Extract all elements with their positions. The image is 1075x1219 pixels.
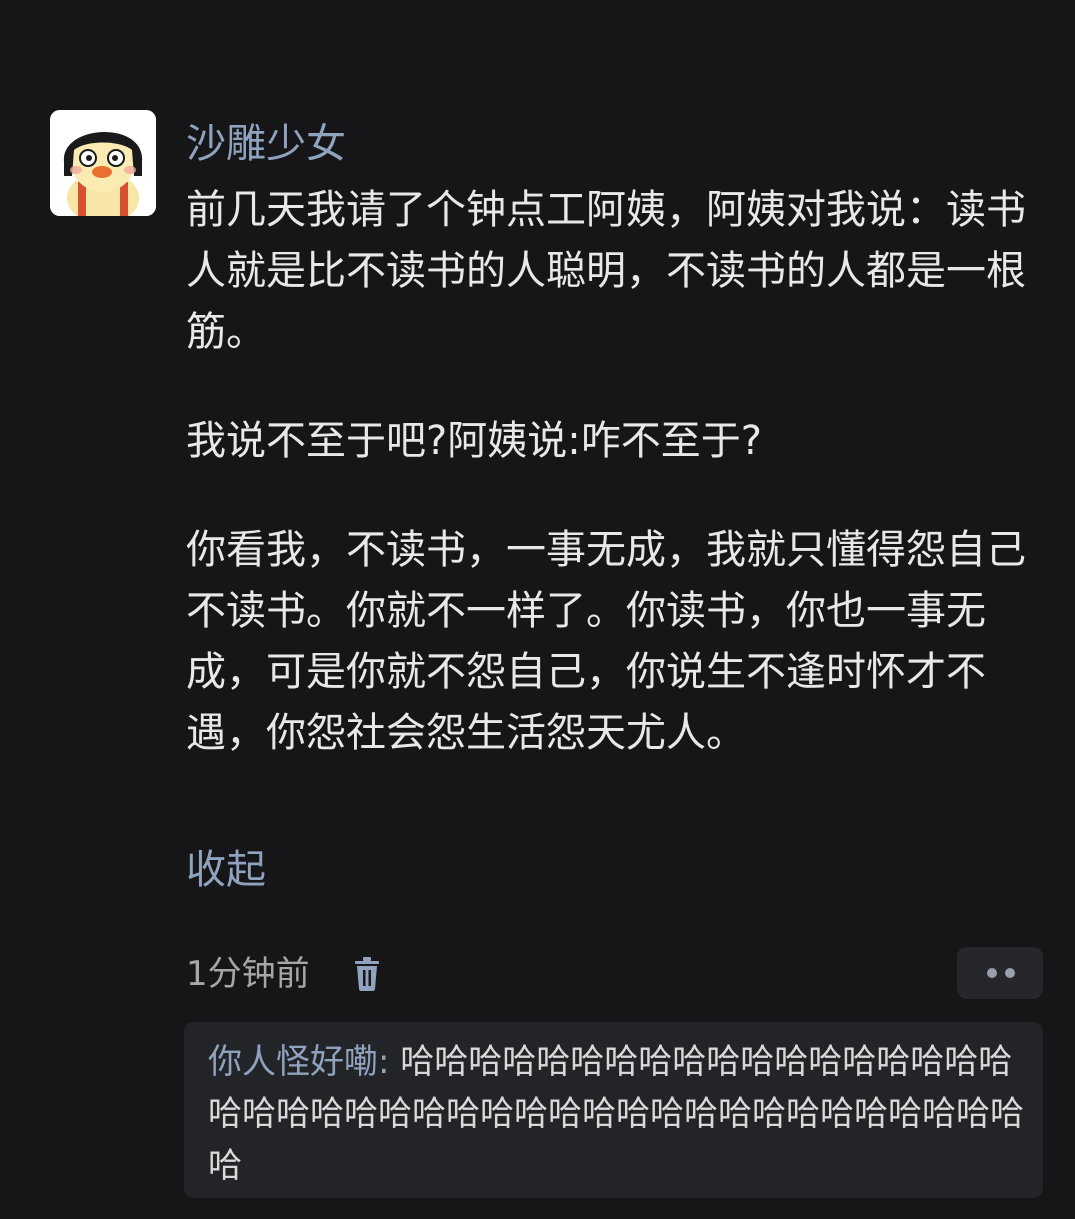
reply-item[interactable]: 你人怪好嘞: 哈哈哈哈哈哈哈哈哈哈哈哈哈哈哈哈哈哈哈哈哈哈哈哈哈哈哈哈哈哈哈哈哈… <box>184 1022 1043 1198</box>
reply-author[interactable]: 你人怪好嘞: <box>208 1042 389 1082</box>
collapse-link[interactable]: 收起 <box>186 840 266 900</box>
reply-text: 你人怪好嘞: 哈哈哈哈哈哈哈哈哈哈哈哈哈哈哈哈哈哈哈哈哈哈哈哈哈哈哈哈哈哈哈哈哈… <box>208 1036 1028 1192</box>
more-button[interactable] <box>957 947 1043 999</box>
trash-icon[interactable] <box>348 955 386 993</box>
post-paragraph: 你看我，不读书，一事无成，我就只懂得怨自己不读书。你就不一样了。你读书，你也一事… <box>186 527 1026 756</box>
post-timestamp: 1分钟前 <box>186 954 310 994</box>
more-dots-icon <box>1005 968 1015 978</box>
avatar[interactable] <box>50 110 156 216</box>
username[interactable]: 沙雕少女 <box>186 114 346 174</box>
post-paragraph: 我说不至于吧?阿姨说:咋不至于? <box>186 418 762 464</box>
post-paragraph: 前几天我请了个钟点工阿姨，阿姨对我说：读书人就是比不读书的人聪明，不读书的人都是… <box>186 187 1026 355</box>
post-content: 前几天我请了个钟点工阿姨，阿姨对我说：读书人就是比不读书的人聪明，不读书的人都是… <box>186 180 1046 764</box>
more-dots-icon <box>987 968 997 978</box>
cartoon-girl-avatar-icon <box>50 110 156 216</box>
